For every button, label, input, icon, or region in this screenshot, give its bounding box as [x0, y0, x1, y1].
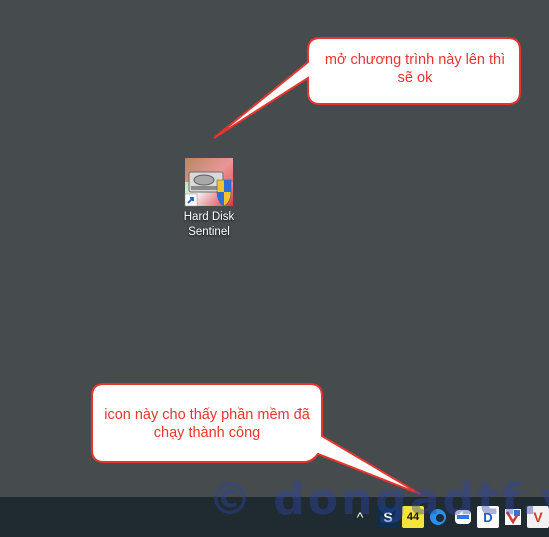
callout-text-top: mở chương trình này lên thì sẽ ok	[324, 52, 506, 86]
unikey-icon[interactable]	[502, 506, 524, 528]
zalo-icon[interactable]	[452, 506, 474, 528]
taskbar: ^ S 44 D V	[0, 497, 549, 537]
system-tray: ^ S 44 D V	[349, 497, 549, 537]
v-app-icon[interactable]: V	[527, 506, 549, 528]
chevron-up-icon[interactable]: ^	[349, 506, 371, 528]
edge-icon[interactable]	[427, 506, 449, 528]
desktop[interactable]: Hard Disk Sentinel mở chương trình này l…	[0, 0, 549, 497]
hard-disk-sentinel-tray-icon[interactable]: 44	[402, 506, 424, 528]
callout-text-bottom: icon này cho thấy phần mềm đã chạy thành…	[104, 407, 310, 441]
d-app-icon[interactable]: D	[477, 506, 499, 528]
s-app-icon[interactable]: S	[377, 506, 399, 528]
